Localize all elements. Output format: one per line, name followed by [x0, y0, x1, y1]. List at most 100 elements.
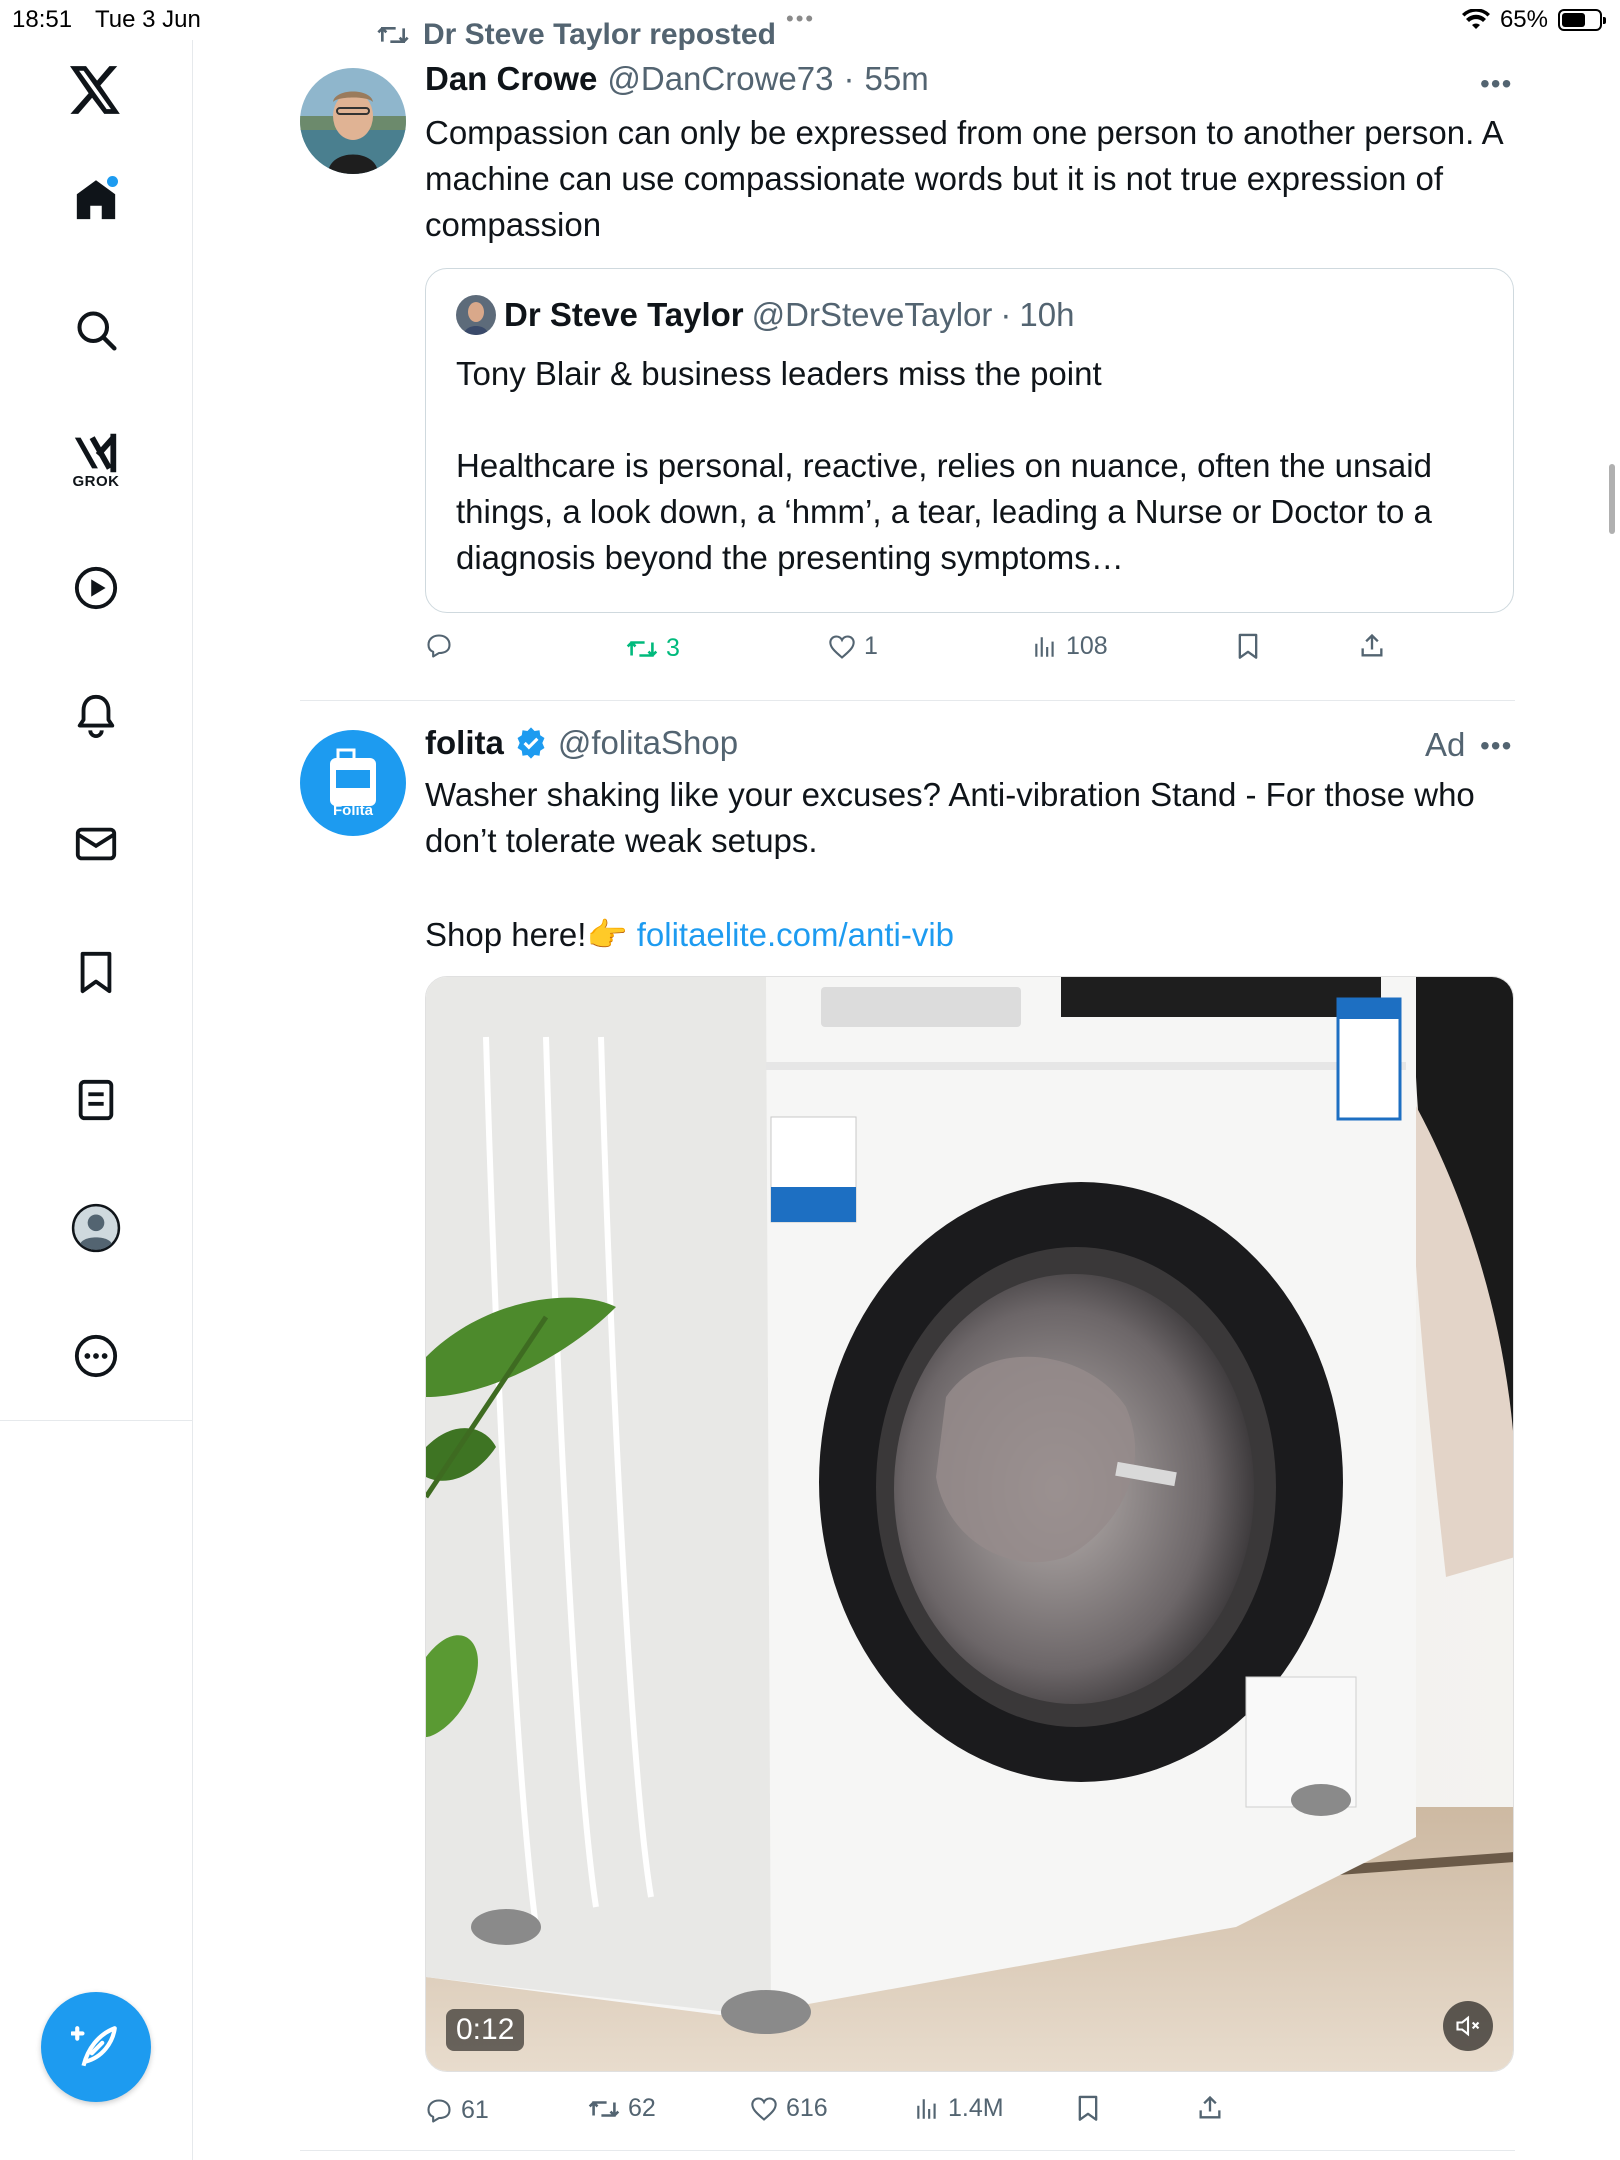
- status-right: 65%: [1461, 6, 1606, 34]
- tweet-separator: [300, 700, 1515, 701]
- nav-messages[interactable]: [56, 804, 136, 884]
- ad-shop-line: Shop here!👉 folitaelite.com/anti-vib: [425, 912, 1515, 958]
- more-icon: [74, 1334, 118, 1378]
- bookmark-button[interactable]: [1074, 2094, 1102, 2122]
- ad-author-avatar[interactable]: Folita: [300, 730, 406, 836]
- author-avatar[interactable]: [300, 68, 406, 174]
- grok-label: GROK: [72, 472, 120, 490]
- bookmark-icon: [1078, 2095, 1098, 2121]
- tweet-header: Dan Crowe @DanCrowe73 · 55m: [425, 60, 929, 98]
- like-count: 1: [864, 632, 878, 660]
- sidebar: GROK: [0, 40, 193, 2160]
- like-button[interactable]: 616: [750, 2094, 828, 2123]
- nav-lists[interactable]: [56, 1060, 136, 1140]
- muted-speaker-icon: [1456, 2015, 1480, 2037]
- repost-icon: [377, 27, 409, 43]
- x-logo-icon[interactable]: [56, 50, 136, 130]
- reply-count: 61: [461, 2096, 489, 2124]
- heart-icon: [751, 2096, 777, 2121]
- repost-icon: [626, 640, 658, 657]
- repost-indicator[interactable]: Dr Steve Taylor reposted: [377, 18, 776, 52]
- ad-author-handle[interactable]: @folitaShop: [558, 724, 738, 762]
- ad-video[interactable]: 0:12: [425, 976, 1514, 2072]
- more-options-icon[interactable]: •••: [1480, 730, 1512, 762]
- nav-grok[interactable]: GROK: [56, 420, 136, 500]
- like-button[interactable]: 1: [828, 632, 878, 661]
- share-icon: [1361, 633, 1383, 657]
- ad-shop-prefix: Shop here!👉: [425, 916, 637, 953]
- ad-link[interactable]: folitaelite.com/anti-vib: [637, 916, 954, 953]
- compose-icon: [71, 2026, 117, 2067]
- search-icon: [77, 311, 117, 351]
- status-time: 18:51: [12, 6, 73, 33]
- nav-notifications[interactable]: [56, 676, 136, 756]
- nav-video[interactable]: [56, 548, 136, 628]
- quote-line-2: Healthcare is personal, reactive, relies…: [456, 447, 1432, 576]
- share-button[interactable]: [1358, 632, 1386, 660]
- grok-icon: [74, 433, 117, 472]
- author-name[interactable]: Dan Crowe: [425, 60, 597, 98]
- ad-label: Ad: [1425, 726, 1466, 763]
- quote-author-handle: @DrSteveTaylor: [751, 296, 993, 333]
- quoted-tweet[interactable]: Dr Steve Taylor @DrSteveTaylor · 10h Ton…: [425, 268, 1514, 613]
- bookmark-icon: [80, 951, 112, 994]
- views-icon: [1035, 636, 1054, 657]
- compose-button[interactable]: [41, 1992, 151, 2102]
- tweet-time[interactable]: 55m: [864, 60, 928, 98]
- home-notification-dot: [107, 176, 118, 187]
- play-icon: [74, 566, 118, 610]
- status-bar: 18:51 Tue 3 Jun ••• 65%: [0, 0, 1620, 40]
- status-date: Tue 3 Jun: [95, 6, 201, 33]
- reply-button[interactable]: 61: [425, 2096, 489, 2125]
- nav-explore[interactable]: [56, 290, 136, 370]
- views-button[interactable]: 108: [1032, 632, 1108, 661]
- like-count: 616: [786, 2094, 828, 2122]
- washing-machine-video-frame: [426, 977, 1513, 2071]
- battery-percentage: 65%: [1499, 6, 1548, 33]
- reply-button[interactable]: [425, 632, 453, 660]
- author-handle[interactable]: @DanCrowe73: [607, 60, 833, 98]
- repost-button[interactable]: 62: [588, 2094, 656, 2123]
- repost-button[interactable]: 3: [626, 634, 680, 663]
- views-icon: [917, 2098, 936, 2119]
- more-options-icon[interactable]: •••: [1480, 68, 1512, 100]
- quote-line-1: Tony Blair & business leaders miss the p…: [456, 355, 1102, 392]
- bookmark-icon: [1238, 633, 1258, 659]
- heart-icon: [829, 634, 855, 659]
- repost-count: 62: [628, 2094, 656, 2122]
- scrollbar[interactable]: [1609, 464, 1615, 534]
- bookmark-button[interactable]: [1234, 632, 1262, 660]
- verified-badge-icon: [517, 727, 545, 759]
- ad-author-name[interactable]: folita: [425, 724, 504, 762]
- views-count: 108: [1066, 632, 1108, 660]
- tweet-text: Compassion can only be expressed from on…: [425, 114, 1502, 243]
- tweet-separator: [300, 2150, 1515, 2151]
- ad-avatar-label: Folita: [333, 802, 373, 819]
- nav-more[interactable]: [56, 1316, 136, 1396]
- share-button[interactable]: [1196, 2094, 1224, 2122]
- nav-bookmarks[interactable]: [56, 932, 136, 1012]
- nav-profile[interactable]: [56, 1188, 136, 1268]
- multitasking-dots-icon[interactable]: •••: [786, 6, 815, 32]
- mail-icon: [75, 827, 117, 861]
- ad-header: folita @folitaShop: [425, 724, 738, 762]
- repost-count: 3: [666, 634, 680, 662]
- video-duration: 0:12: [446, 2009, 525, 2051]
- nav-home[interactable]: [56, 160, 136, 240]
- ad-text: Washer shaking like your excuses? Anti-v…: [425, 776, 1475, 859]
- wifi-icon: [1461, 9, 1490, 29]
- bell-icon: [77, 694, 115, 739]
- battery-icon: [1558, 9, 1606, 31]
- repost-icon: [588, 2100, 620, 2117]
- views-button[interactable]: 1.4M: [914, 2094, 1004, 2123]
- mute-button[interactable]: [1443, 2001, 1493, 2051]
- repost-label: Dr Steve Taylor reposted: [423, 18, 776, 51]
- quote-time: 10h: [1019, 296, 1075, 333]
- reply-icon: [427, 634, 451, 658]
- share-icon: [1199, 2095, 1221, 2119]
- quote-header: Dr Steve Taylor @DrSteveTaylor · 10h: [456, 295, 1074, 335]
- reply-icon: [427, 2098, 451, 2123]
- quote-author-name: Dr Steve Taylor: [504, 296, 744, 333]
- avatar-icon: [71, 1203, 121, 1253]
- list-icon: [78, 1079, 114, 1121]
